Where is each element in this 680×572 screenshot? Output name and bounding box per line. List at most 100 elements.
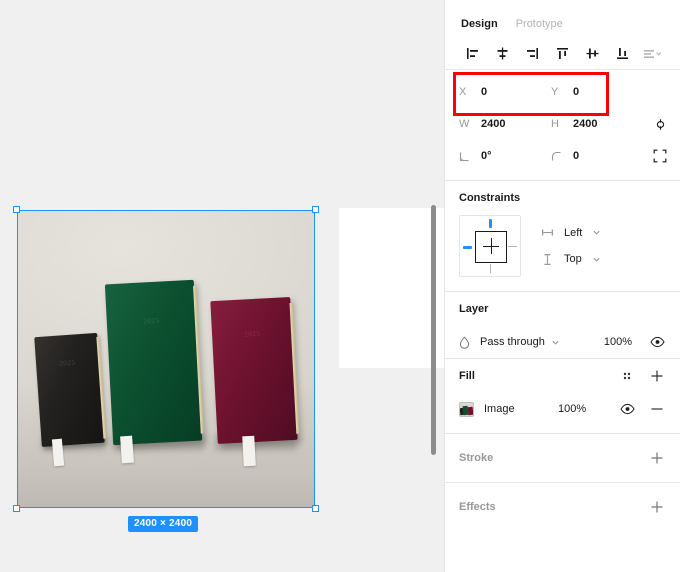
fill-opacity-value[interactable]: 100% [558, 403, 586, 415]
align-horizontal-centers-icon[interactable] [487, 40, 517, 66]
vertical-constraint-value: Top [564, 253, 582, 265]
fill-section: Fill Image 100% [445, 359, 680, 425]
layer-header: Layer [445, 292, 680, 326]
fill-image-thumbnail[interactable] [459, 401, 474, 417]
plus-icon[interactable] [646, 365, 668, 387]
corner-radius-icon [551, 151, 564, 162]
eye-icon[interactable] [616, 398, 638, 420]
layer-section: Layer Pass through 100% [445, 292, 680, 358]
transform-section: X 0 Y 0 W 2400 H 2400 0° 0 [445, 70, 680, 180]
height-value: 2400 [573, 118, 598, 130]
effects-title: Effects [459, 501, 496, 513]
constraint-marker-bottom[interactable] [490, 264, 491, 273]
stroke-section: Stroke [445, 434, 680, 482]
canvas-area[interactable]: 2025 2025 2025 2400 × 2400 [0, 0, 444, 572]
align-bottom-icon[interactable] [607, 40, 637, 66]
stroke-header-actions [646, 447, 668, 469]
align-right-icon[interactable] [517, 40, 547, 66]
selection-size-badge: 2400 × 2400 [128, 516, 199, 532]
constraints-title: Constraints [459, 192, 521, 204]
plus-icon[interactable] [646, 496, 668, 518]
black-notebook: 2025 [34, 333, 106, 448]
layer-blend-row: Pass through 100% [445, 326, 680, 358]
xy-row: X 0 Y 0 [445, 76, 680, 108]
constraints-section: Constraints Left Top [445, 181, 680, 291]
horizontal-constraint-icon [541, 227, 554, 238]
fill-settings-icon[interactable] [616, 365, 638, 387]
green-notebook: 2025 [105, 279, 205, 445]
constraints-widget[interactable] [459, 215, 521, 277]
adjacent-white-frame[interactable] [339, 208, 444, 368]
constraint-marker-top[interactable] [489, 219, 492, 228]
effects-section: Effects [445, 483, 680, 531]
distribute-menu-icon[interactable] [637, 40, 667, 66]
fill-header: Fill [445, 359, 680, 393]
width-label: W [459, 118, 470, 130]
y-label: Y [551, 86, 559, 98]
x-label: X [459, 86, 467, 98]
x-value: 0 [481, 86, 488, 98]
horizontal-constraint-value: Left [564, 226, 583, 239]
align-left-icon[interactable] [457, 40, 487, 66]
rotation-value: 0° [481, 150, 492, 162]
layer-opacity-value[interactable]: 100% [604, 336, 632, 348]
plus-icon[interactable] [646, 447, 668, 469]
figma-editor-window: 2025 2025 2025 2400 × 2400 Design Protot… [0, 0, 680, 572]
minus-icon[interactable] [646, 398, 668, 420]
y-value: 0 [573, 86, 580, 98]
canvas-vertical-scrollbar[interactable] [431, 205, 436, 455]
height-field[interactable]: H 2400 [551, 118, 643, 130]
fill-title: Fill [459, 370, 475, 382]
rotation-radius-row: 0° 0 [445, 140, 680, 172]
align-vertical-centers-icon[interactable] [577, 40, 607, 66]
independent-corners-icon[interactable] [648, 144, 672, 168]
fill-header-actions [616, 365, 668, 387]
chevron-down-icon[interactable] [592, 228, 601, 237]
align-top-icon[interactable] [547, 40, 577, 66]
horizontal-constraint-select[interactable]: Left [541, 227, 601, 239]
fill-item-row: Image 100% [445, 393, 680, 425]
burgundy-notebook-emboss: 2025 [243, 330, 261, 340]
constraint-dropdowns: Left Top [541, 227, 601, 266]
rotation-field[interactable]: 0° [459, 150, 551, 162]
constraints-header: Constraints [445, 181, 680, 215]
tab-design[interactable]: Design [461, 18, 498, 30]
layer-title: Layer [459, 303, 489, 315]
width-field[interactable]: W 2400 [459, 118, 551, 130]
fill-item-name[interactable]: Image [484, 403, 558, 415]
green-notebook-emboss: 2025 [143, 316, 161, 326]
align-toolbar [445, 37, 680, 69]
constraint-marker-right[interactable] [508, 246, 517, 247]
stroke-header: Stroke [445, 434, 680, 482]
green-notebook-ribbon [120, 436, 135, 464]
chevron-down-icon[interactable] [592, 255, 601, 264]
fill-item-actions [616, 398, 668, 420]
constraints-body: Left Top [445, 215, 680, 291]
black-notebook-ribbon [51, 439, 65, 467]
x-field[interactable]: X 0 [459, 86, 551, 98]
effects-header: Effects [445, 483, 680, 531]
height-label: H [551, 118, 559, 130]
tab-prototype[interactable]: Prototype [516, 18, 563, 30]
blend-mode-icon [459, 335, 470, 349]
width-value: 2400 [481, 118, 506, 130]
chevron-down-icon[interactable] [551, 338, 560, 347]
constraint-marker-left[interactable] [463, 246, 472, 249]
properties-panel: Design Prototype X 0 Y 0 W 2400 H 2400 0… [444, 0, 680, 572]
burgundy-notebook: 2025 [209, 297, 300, 445]
corner-radius-value: 0 [573, 150, 580, 162]
black-notebook-emboss: 2025 [58, 358, 76, 369]
burgundy-notebook-ribbon [242, 436, 257, 467]
rotation-icon [459, 151, 472, 162]
wh-row: W 2400 H 2400 [445, 108, 680, 140]
stroke-title: Stroke [459, 452, 494, 464]
proportions-lock-icon[interactable] [648, 112, 672, 136]
eye-icon[interactable] [646, 331, 668, 353]
vertical-constraint-select[interactable]: Top [541, 253, 601, 266]
selected-image-layer[interactable]: 2025 2025 2025 [17, 210, 315, 508]
y-field[interactable]: Y 0 [551, 86, 643, 98]
panel-tabs: Design Prototype [445, 0, 680, 37]
effects-header-actions [646, 496, 668, 518]
blend-mode-value[interactable]: Pass through [480, 336, 545, 348]
corner-radius-field[interactable]: 0 [551, 150, 643, 162]
